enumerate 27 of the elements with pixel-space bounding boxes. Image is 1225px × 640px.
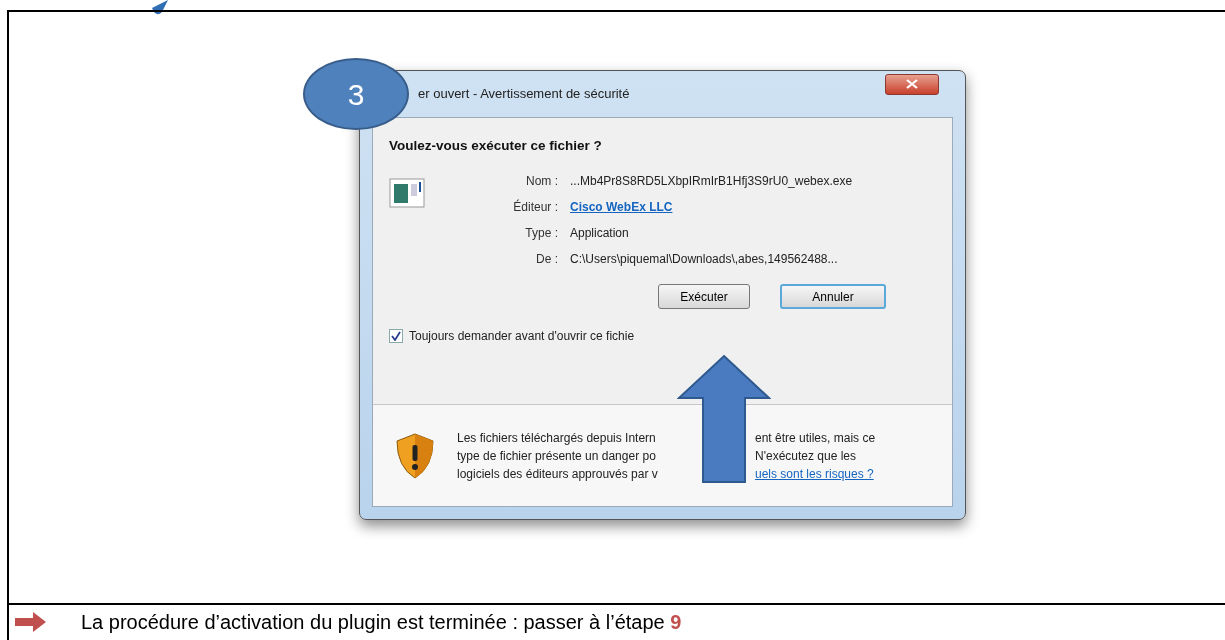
step-number-badge: 3 bbox=[303, 58, 409, 130]
field-label: De : bbox=[535, 251, 559, 269]
dialog-button[interactable]: Annuler bbox=[780, 284, 886, 310]
warning-text: logiciels des éditeurs approuvés par v bbox=[457, 465, 659, 483]
application-icon bbox=[389, 178, 425, 209]
checkbox[interactable] bbox=[389, 329, 403, 344]
field-value: C:\Users\piquemal\Downloads\,abes,149562488... bbox=[570, 251, 838, 269]
publisher-link[interactable]: Cisco WebEx LLC bbox=[570, 198, 673, 217]
field-label: Nom : bbox=[525, 173, 559, 191]
warning-text: Les fichiers téléchargés depuis Intern bbox=[457, 429, 657, 447]
warning-text: ent être utiles, mais ce bbox=[755, 429, 876, 447]
dialog-button[interactable]: Exécuter bbox=[658, 284, 750, 310]
window-title: er ouvert - Avertissement de sécurité bbox=[417, 85, 630, 104]
field-label: Type : bbox=[524, 225, 559, 243]
warning-text: type de fichier présente un danger po bbox=[457, 447, 657, 465]
close-button[interactable] bbox=[885, 73, 939, 95]
instruction-text: La procédure d’activation du plugin est terminée : passer à l’étape 9 bbox=[81, 609, 682, 635]
checkbox-label: Toujours demander avant d'ouvrir ce fichie bbox=[409, 328, 635, 346]
close-icon bbox=[906, 79, 918, 89]
field-label: Éditeur : bbox=[512, 198, 559, 217]
right-arrow-icon bbox=[15, 610, 47, 633]
warning-text: N'exécutez que les bbox=[755, 447, 857, 465]
field-value: Application bbox=[570, 225, 629, 243]
risks-link[interactable]: uels sont les risques ? bbox=[755, 464, 876, 483]
dialog-heading: Voulez-vous exécuter ce fichier ? bbox=[389, 137, 603, 155]
field-value: ...Mb4Pr8S8RD5LXbpIRmIrB1Hfj3S9rU0_webex.exe bbox=[570, 173, 853, 191]
shield-warning-icon bbox=[395, 432, 435, 479]
